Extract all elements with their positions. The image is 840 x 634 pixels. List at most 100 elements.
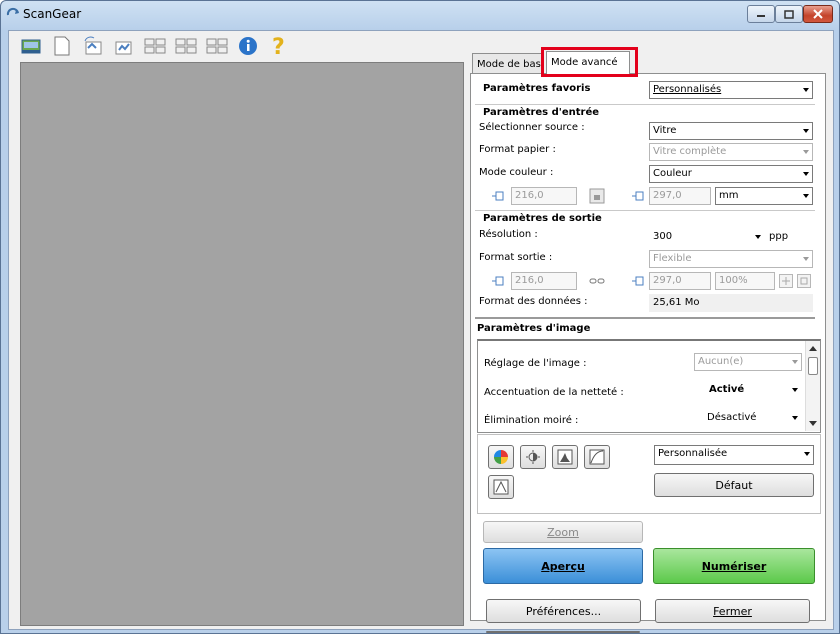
input-settings-header: Paramètres d'entrée (483, 107, 600, 118)
data-size-label: Format des données : (479, 296, 588, 307)
info-icon (239, 37, 257, 55)
unsharp-mask-value: Activé (709, 384, 745, 395)
descreen-select[interactable]: Désactivé (694, 409, 802, 427)
source-label: Sélectionner source : (479, 122, 585, 133)
tone-curve-button[interactable] (584, 445, 610, 469)
paper-size-select[interactable]: Vitre complète (649, 143, 813, 161)
scan-label: Numériser (701, 559, 767, 573)
histogram-button[interactable] (552, 445, 578, 469)
preferences-button[interactable]: Préférences... (486, 599, 641, 623)
descreen-label: Élimination moiré : (484, 415, 579, 426)
tone-preset-select[interactable]: Personnalisée (654, 445, 814, 465)
chevron-down-icon (804, 452, 810, 456)
chevron-down-icon (803, 194, 809, 198)
source-value: Vitre (653, 125, 677, 136)
zoom-label: Zoom (547, 525, 579, 539)
preview-area[interactable] (20, 62, 464, 626)
chevron-down-icon (803, 88, 809, 92)
output-size-value: Flexible (653, 253, 692, 264)
list-scrollbar[interactable] (805, 341, 820, 431)
input-height-field[interactable]: 297,0 (649, 187, 711, 205)
unit-select[interactable]: mm (715, 187, 813, 205)
color-wheel-icon (494, 450, 508, 464)
window-title: ScanGear (23, 7, 82, 21)
scrollbar-thumb[interactable] (808, 357, 818, 375)
tab-advanced-mode[interactable]: Mode avancé (546, 51, 630, 74)
output-height-field[interactable]: 297,0 (649, 272, 711, 290)
resolution-unit: ppp (769, 231, 789, 242)
maximize-icon (784, 9, 794, 19)
close-icon (813, 9, 823, 19)
final-review-button[interactable] (488, 475, 514, 499)
chevron-up-icon (809, 346, 817, 351)
scale-field[interactable]: 100% (715, 272, 775, 290)
blank-page-button[interactable] (48, 33, 76, 59)
brightness-contrast-button[interactable] (520, 445, 546, 469)
unit-value: mm (719, 190, 739, 201)
tone-preset-value: Personnalisée (658, 448, 728, 459)
unsharp-mask-select[interactable]: Activé (694, 381, 802, 399)
chevron-down-icon (792, 416, 798, 420)
scan-button[interactable]: Numériser (653, 548, 815, 584)
image-adjust-select[interactable]: Aucun(e) (694, 353, 802, 371)
scangear-window: ScanGear ? Mode de base Mode avancé Para… (0, 0, 840, 634)
resolution-select[interactable]: 300 (649, 228, 765, 246)
width-icon (492, 191, 504, 201)
width-icon (492, 276, 504, 286)
image-settings-list: Réglage de l'image : Aucun(e) Accentuati… (477, 339, 821, 433)
color-mode-select[interactable]: Couleur (649, 165, 813, 183)
thumbnail-grid-button[interactable] (141, 33, 169, 59)
advanced-mode-page: Paramètres favoris Personnalisés Paramèt… (470, 73, 826, 621)
chevron-down-icon (809, 421, 817, 426)
title-bar[interactable]: ScanGear (1, 1, 839, 29)
aspect-lock-icon[interactable] (589, 188, 605, 204)
preview-button[interactable]: Aperçu (483, 548, 643, 584)
tab-basic-mode[interactable]: Mode de base (472, 53, 544, 73)
link-chain-icon[interactable] (589, 274, 605, 288)
source-select[interactable]: Vitre (649, 122, 813, 140)
chevron-down-icon (803, 257, 809, 261)
info-button[interactable] (234, 33, 262, 59)
paper-size-label: Format papier : (479, 144, 556, 155)
minimize-button[interactable] (747, 5, 775, 23)
multi-crop-button[interactable] (172, 33, 200, 59)
input-width-field[interactable]: 216,0 (511, 187, 577, 205)
preview-label: Aperçu (541, 559, 585, 573)
chevron-down-icon (792, 360, 798, 364)
fit-to-frame-icon[interactable] (797, 274, 811, 288)
saturation-balance-button[interactable] (488, 445, 514, 469)
chevron-down-icon (755, 235, 761, 239)
rotate-right-button[interactable] (110, 33, 138, 59)
zoom-button[interactable]: Zoom (483, 521, 643, 543)
close-button[interactable]: Fermer (655, 599, 810, 623)
output-size-select[interactable]: Flexible (649, 250, 813, 268)
favorites-label: Paramètres favoris (483, 83, 591, 94)
crop-frame-icon (206, 38, 228, 54)
scanner-icon (6, 7, 19, 16)
help-button[interactable]: ? (265, 33, 293, 59)
final-review-icon (493, 479, 509, 495)
chevron-down-icon (803, 172, 809, 176)
multi-crop-icon (175, 38, 197, 54)
output-width-field[interactable]: 216,0 (511, 272, 577, 290)
output-settings-header: Paramètres de sortie (483, 213, 602, 224)
default-button[interactable]: Défaut (654, 473, 814, 497)
help-icon: ? (272, 35, 285, 58)
resolution-value: 300 (653, 231, 673, 242)
data-size-value: 25,61 Mo (649, 294, 813, 312)
rotate-left-button[interactable] (79, 33, 107, 59)
resolution-label: Résolution : (479, 229, 538, 240)
maximize-button[interactable] (775, 5, 803, 23)
thumbnail-grid-icon (144, 38, 166, 54)
chevron-down-icon (792, 388, 798, 392)
height-icon (632, 276, 644, 286)
scale-stepper-icon[interactable] (779, 274, 793, 288)
preview-toolbar: ? (9, 31, 464, 61)
scan-thumbnail-button[interactable] (17, 33, 45, 59)
favorites-value: Personnalisés (653, 84, 722, 95)
image-settings-header: Paramètres d'image (477, 323, 591, 334)
favorites-select[interactable]: Personnalisés (649, 81, 813, 99)
close-window-button[interactable] (803, 5, 833, 23)
crop-frame-button[interactable] (203, 33, 231, 59)
blank-page-icon (54, 36, 70, 56)
